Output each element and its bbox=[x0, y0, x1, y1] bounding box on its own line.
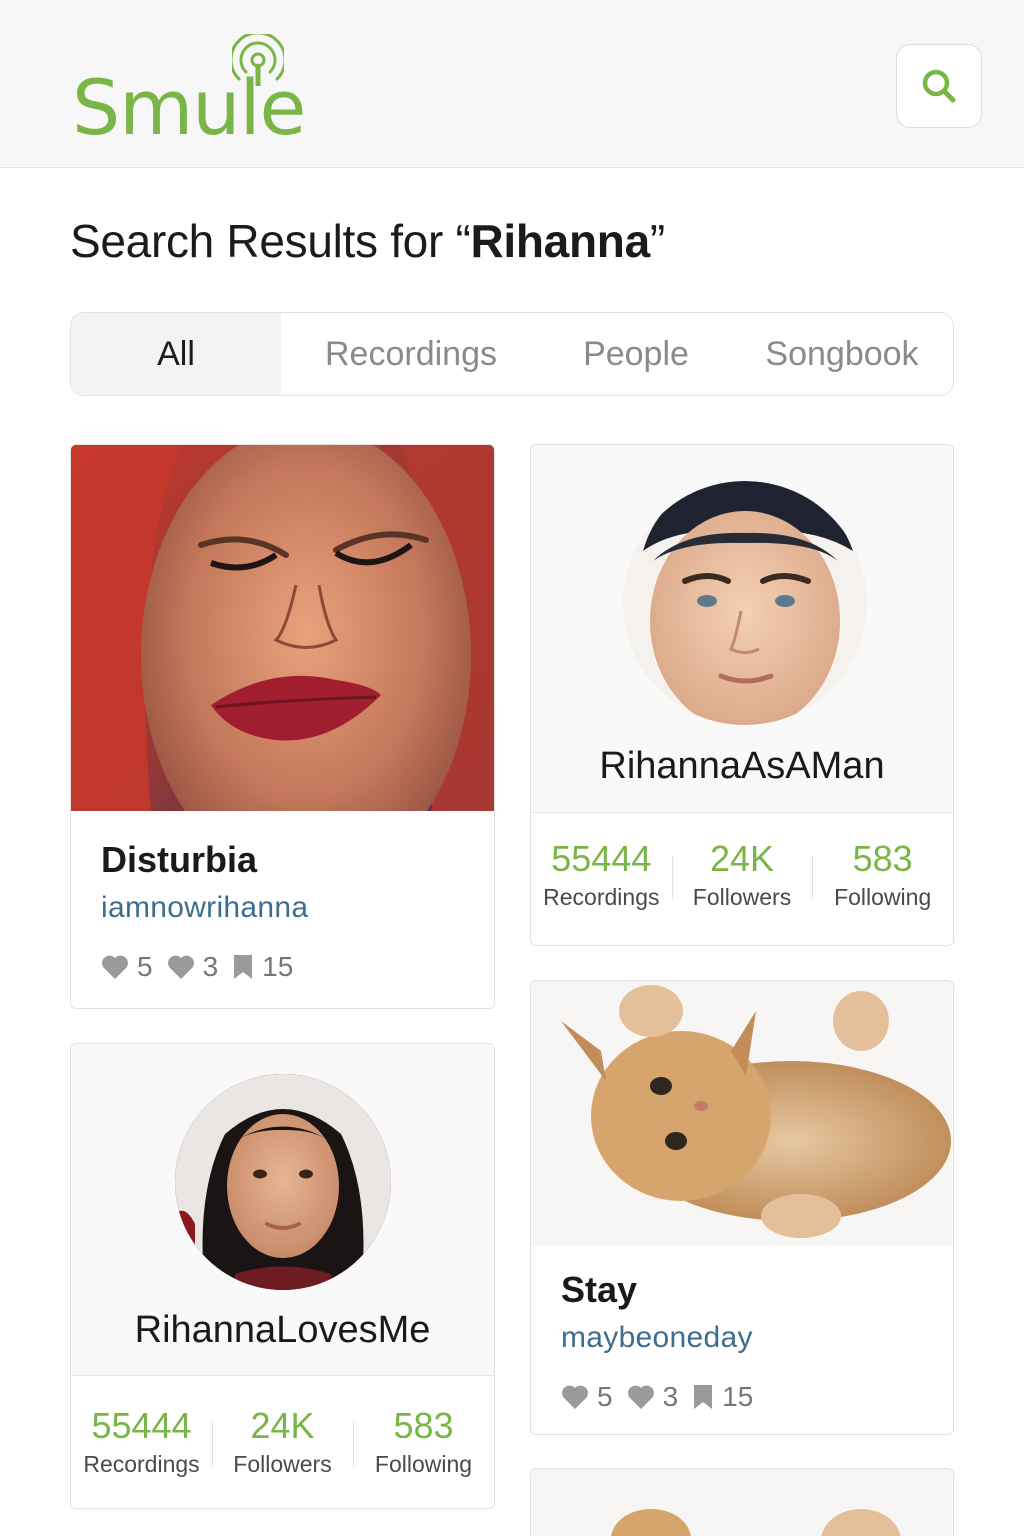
comment-heart-icon bbox=[627, 1385, 654, 1409]
saves-stat: 15 bbox=[232, 951, 293, 983]
person-name[interactable]: RihannaLovesMe bbox=[71, 1309, 494, 1352]
tab-people[interactable]: People bbox=[541, 313, 731, 395]
comments-count: 3 bbox=[662, 1381, 679, 1412]
bookmark-icon bbox=[234, 955, 253, 979]
following-stat[interactable]: 583 Following bbox=[812, 837, 953, 911]
title-prefix: Search Results for “ bbox=[70, 215, 471, 267]
recordings-label: Recordings bbox=[83, 1451, 200, 1478]
recording-stats: 5 3 15 bbox=[101, 951, 293, 983]
title-suffix: ” bbox=[649, 215, 665, 267]
loves-stat: 5 bbox=[561, 1381, 613, 1413]
followers-count: 24K bbox=[250, 1405, 315, 1446]
recording-cover-image bbox=[71, 445, 494, 811]
recording-cover-image bbox=[531, 1469, 953, 1536]
recordings-label: Recordings bbox=[543, 884, 660, 911]
saves-count: 15 bbox=[722, 1381, 754, 1412]
following-label: Following bbox=[374, 1451, 473, 1478]
avatar[interactable] bbox=[175, 1074, 391, 1290]
following-count: 583 bbox=[393, 1405, 454, 1446]
saves-count: 15 bbox=[262, 951, 294, 982]
followers-label: Followers bbox=[692, 884, 792, 911]
person-stats: 55444 Recordings 24K Followers 583 Follo… bbox=[531, 837, 953, 911]
followers-stat[interactable]: 24K Followers bbox=[212, 1404, 353, 1478]
app-header: Smule bbox=[0, 0, 1024, 168]
avatar[interactable] bbox=[623, 481, 867, 725]
recording-card-stay[interactable]: Stay maybeoneday 5 3 15 bbox=[530, 980, 954, 1435]
heart-icon bbox=[102, 955, 128, 979]
recordings-count: 55444 bbox=[551, 838, 652, 879]
logo-text: Smule bbox=[72, 63, 306, 152]
person-name[interactable]: RihannaAsAMan bbox=[531, 745, 953, 788]
recording-stats: 5 3 15 bbox=[561, 1381, 753, 1413]
filter-tabs: All Recordings People Songbook bbox=[70, 312, 954, 396]
followers-stat[interactable]: 24K Followers bbox=[671, 837, 813, 911]
recording-title[interactable]: Stay bbox=[561, 1269, 637, 1311]
person-card-rihannaasaman[interactable]: RihannaAsAMan 55444 Recordings 24K Follo… bbox=[530, 444, 954, 946]
recordings-count: 55444 bbox=[91, 1405, 192, 1446]
following-stat[interactable]: 583 Following bbox=[353, 1404, 494, 1478]
followers-count: 24K bbox=[709, 838, 775, 879]
tab-recordings[interactable]: Recordings bbox=[281, 313, 541, 395]
tab-songbook[interactable]: Songbook bbox=[731, 313, 953, 395]
heart-icon bbox=[562, 1385, 588, 1409]
loves-count: 5 bbox=[137, 951, 153, 982]
loves-count: 5 bbox=[597, 1381, 613, 1412]
recording-title[interactable]: Disturbia bbox=[101, 839, 257, 881]
smule-logo[interactable]: Smule bbox=[72, 30, 322, 146]
person-stats: 55444 Recordings 24K Followers 583 Follo… bbox=[71, 1404, 494, 1478]
saves-stat: 15 bbox=[692, 1381, 753, 1413]
bookmark-icon bbox=[694, 1385, 713, 1409]
search-icon bbox=[922, 69, 956, 103]
following-label: Following bbox=[834, 884, 932, 911]
search-button[interactable] bbox=[896, 44, 982, 128]
tab-all[interactable]: All bbox=[71, 313, 281, 395]
comments-stat: 3 bbox=[627, 1381, 679, 1413]
comments-stat: 3 bbox=[167, 951, 219, 983]
recording-card-partial[interactable] bbox=[530, 1468, 954, 1536]
page-title: Search Results for “Rihanna” bbox=[70, 214, 665, 268]
recordings-stat[interactable]: 55444 Recordings bbox=[71, 1404, 212, 1478]
recording-cover-image bbox=[531, 981, 953, 1246]
recording-user-link[interactable]: iamnowrihanna bbox=[101, 891, 308, 925]
loves-stat: 5 bbox=[101, 951, 153, 983]
recordings-stat[interactable]: 55444 Recordings bbox=[531, 837, 672, 911]
recording-user-link[interactable]: maybeoneday bbox=[561, 1321, 753, 1355]
recording-card-disturbia[interactable]: Disturbia iamnowrihanna 5 3 15 bbox=[70, 444, 495, 1009]
search-query: Rihanna bbox=[470, 215, 650, 267]
following-count: 583 bbox=[852, 838, 913, 879]
comment-heart-icon bbox=[167, 955, 194, 979]
followers-label: Followers bbox=[233, 1451, 332, 1478]
person-card-rihannalovesme[interactable]: RihannaLovesMe 55444 Recordings 24K Foll… bbox=[70, 1043, 495, 1509]
comments-count: 3 bbox=[202, 951, 219, 982]
